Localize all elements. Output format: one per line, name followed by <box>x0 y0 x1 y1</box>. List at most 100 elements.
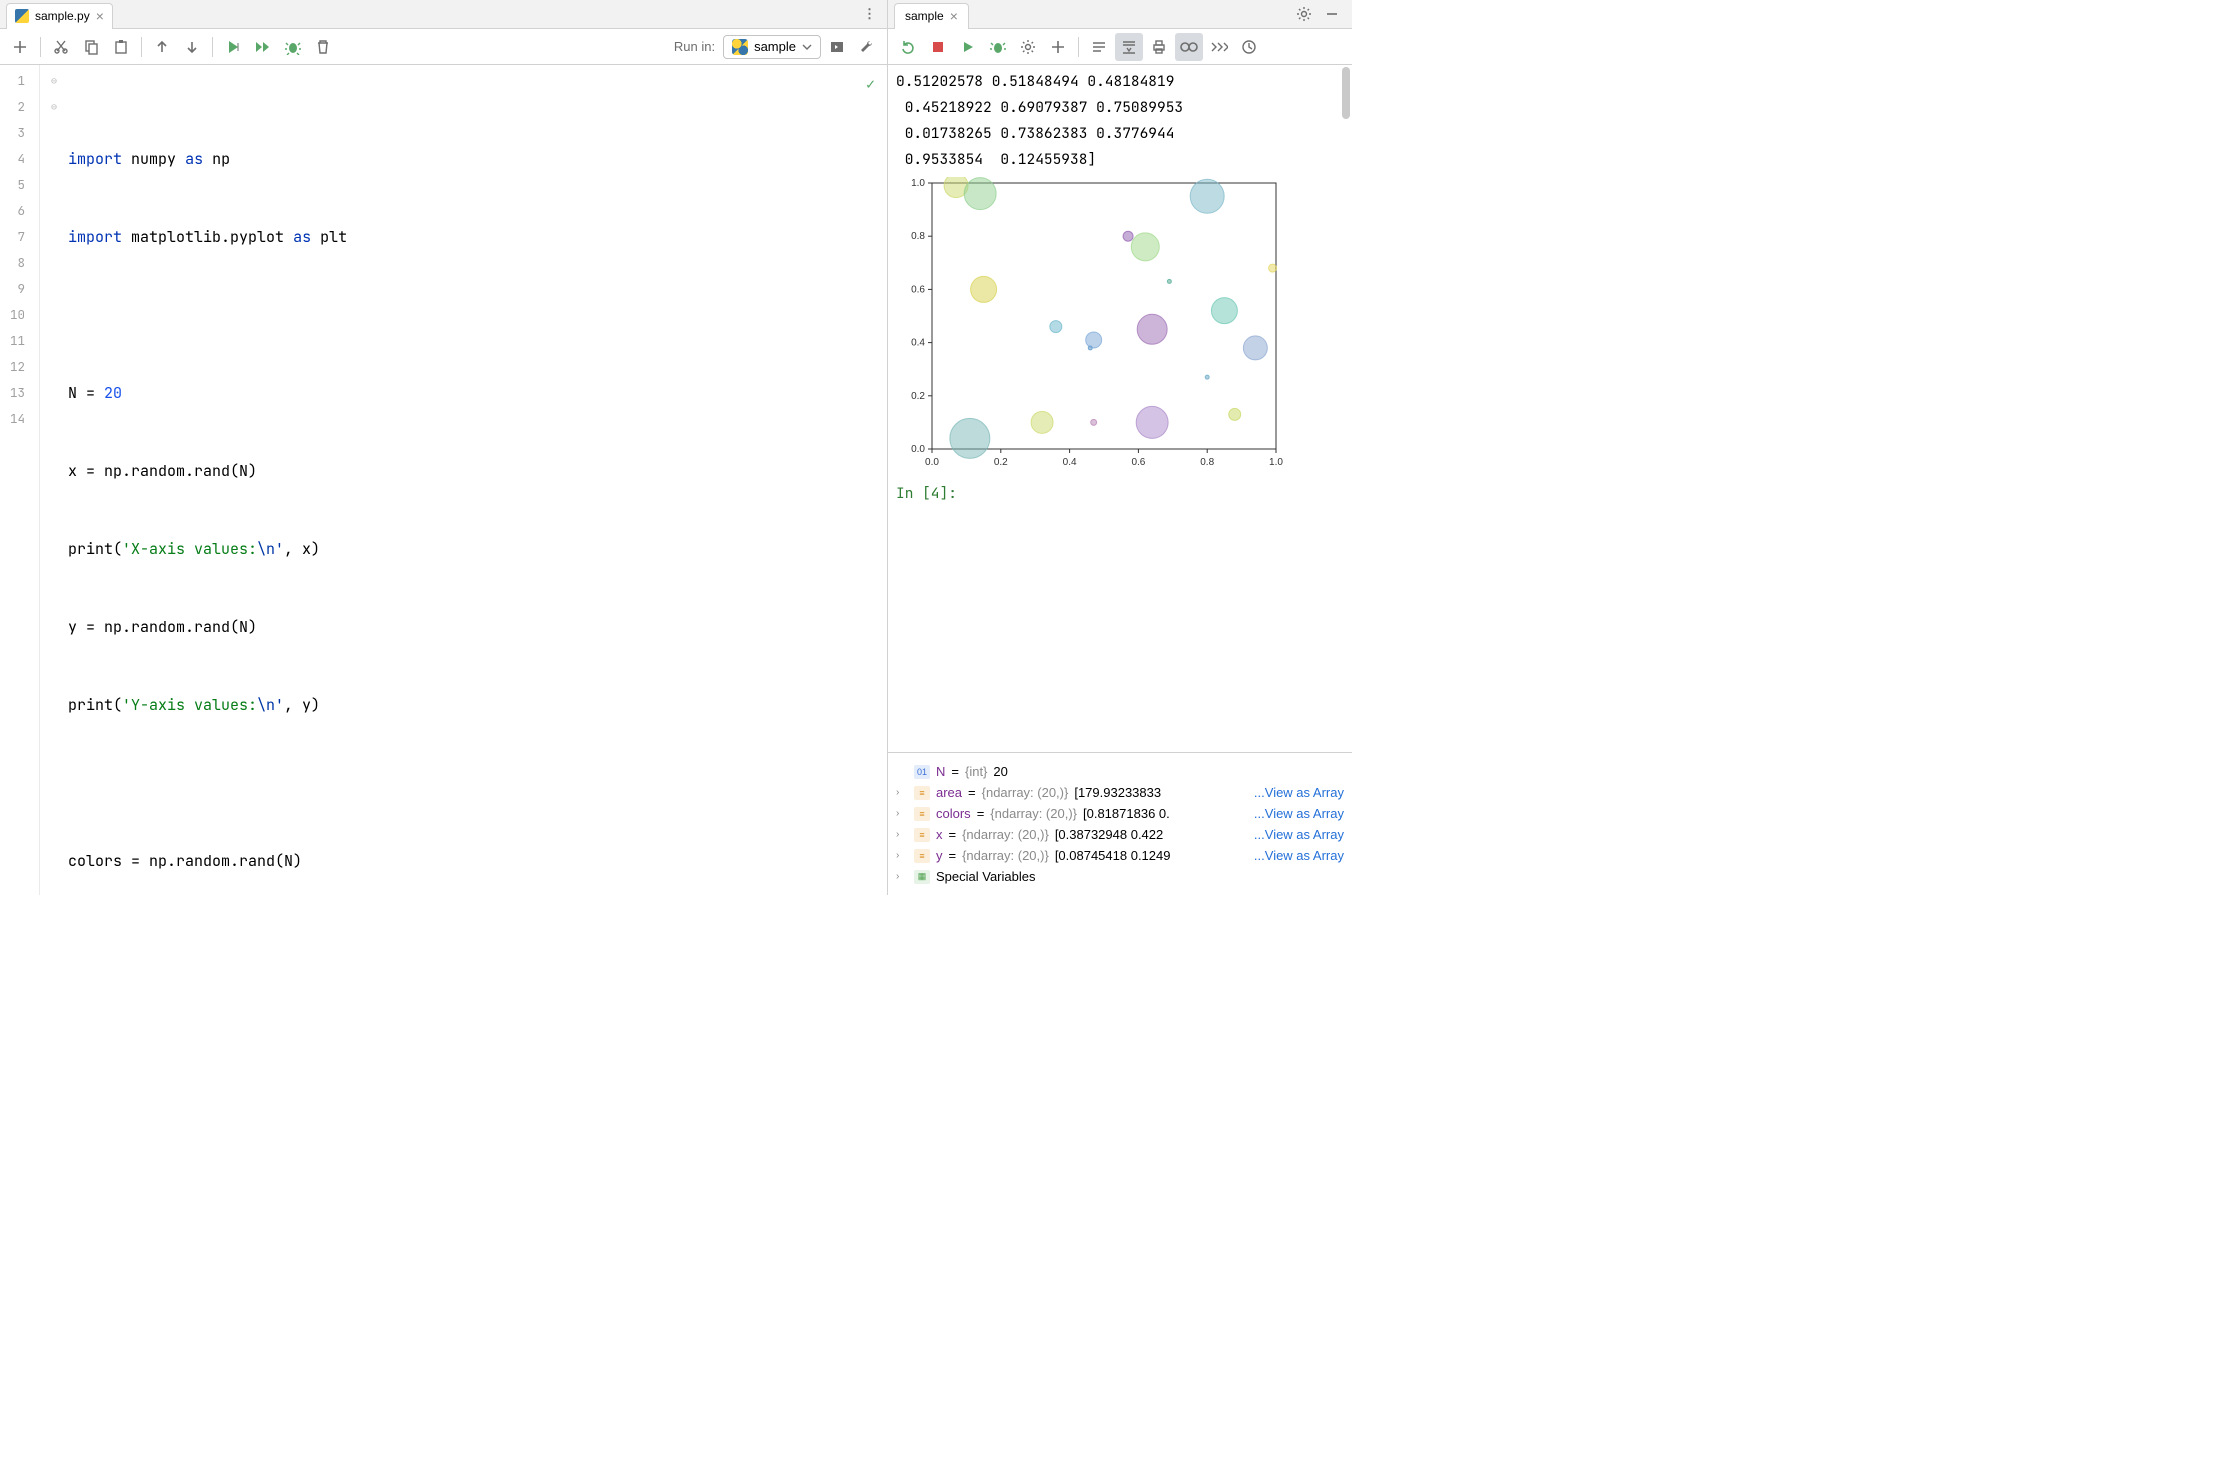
python-icon <box>732 39 748 55</box>
var-row-y[interactable]: › ≡ y = {ndarray: (20,)} [0.08745418 0.1… <box>894 845 1346 866</box>
var-row-x[interactable]: › ≡ x = {ndarray: (20,)} [0.38732948 0.4… <box>894 824 1346 845</box>
svg-text:0.0: 0.0 <box>911 444 925 455</box>
id: plt <box>320 227 347 247</box>
view-array-link[interactable]: ...View as Array <box>1254 827 1344 842</box>
rerun-button[interactable] <box>894 33 922 61</box>
chevron-right-icon[interactable]: › <box>896 850 908 861</box>
svg-text:0.6: 0.6 <box>911 284 925 295</box>
paste-button[interactable] <box>107 33 135 61</box>
svg-text:0.2: 0.2 <box>994 457 1008 468</box>
var-type: {ndarray: (20,)} <box>962 827 1049 842</box>
var-row-area[interactable]: › ≡ area = {ndarray: (20,)} [179.9323383… <box>894 782 1346 803</box>
view-array-link[interactable]: ...View as Array <box>1254 848 1344 863</box>
id: numpy <box>131 149 176 169</box>
run-cell-button[interactable] <box>219 33 247 61</box>
execute-button[interactable] <box>823 33 851 61</box>
var-type: {ndarray: (20,)} <box>990 806 1077 821</box>
var-name: Special Variables <box>936 869 1035 884</box>
console-tab[interactable]: sample × <box>894 3 969 29</box>
minimize-button[interactable] <box>1318 0 1346 28</box>
svg-text:0.6: 0.6 <box>1131 457 1145 468</box>
debug-cell-button[interactable] <box>279 33 307 61</box>
special-icon: ▦ <box>914 870 930 884</box>
id: np <box>212 149 230 169</box>
view-array-link[interactable]: ...View as Array <box>1254 806 1344 821</box>
run-all-button[interactable] <box>249 33 277 61</box>
svg-text:0.8: 0.8 <box>1200 457 1214 468</box>
python-file-icon <box>15 9 29 23</box>
svg-text:0.8: 0.8 <box>911 231 925 242</box>
print-button[interactable] <box>1145 33 1173 61</box>
str: 'Y-axis values: <box>122 695 257 715</box>
scrollbar[interactable] <box>1342 67 1350 119</box>
cut-button[interactable] <box>47 33 75 61</box>
inspection-ok-icon: ✓ <box>866 71 875 97</box>
var-row-special[interactable]: › ▦ Special Variables <box>894 866 1346 887</box>
stop-button[interactable] <box>924 33 952 61</box>
code-area[interactable]: ✓ import numpy as np import matplotlib.p… <box>68 65 887 895</box>
view-array-link[interactable]: ...View as Array <box>1254 785 1344 800</box>
svg-text:0.4: 0.4 <box>911 338 925 349</box>
editor-tab[interactable]: sample.py × <box>6 3 113 29</box>
kw: as <box>185 149 203 169</box>
scroll-end-button[interactable] <box>1115 33 1143 61</box>
console-tab-label: sample <box>905 9 944 23</box>
settings-icon[interactable] <box>1290 0 1318 28</box>
svg-text:1.0: 1.0 <box>911 178 925 189</box>
editor-toolbar: Run in: sample <box>0 29 887 65</box>
runin-select[interactable]: sample <box>723 35 821 59</box>
var-val: 20 <box>993 764 1007 779</box>
int-icon: 01 <box>914 765 930 779</box>
delete-button[interactable] <box>309 33 337 61</box>
soft-wrap-button[interactable] <box>1085 33 1113 61</box>
kw: as <box>293 227 311 247</box>
add-button[interactable] <box>1044 33 1072 61</box>
scatter-plot: 0.00.20.40.60.81.00.00.20.40.60.81.0 <box>896 177 1284 471</box>
kw: import <box>68 227 122 247</box>
console-prompt[interactable]: In [4]: <box>896 481 1344 507</box>
id: matplotlib.pyplot <box>131 227 284 247</box>
array-icon: ≡ <box>914 786 930 800</box>
chevron-right-icon[interactable]: › <box>896 829 908 840</box>
var-type: {int} <box>965 764 987 779</box>
close-icon[interactable]: × <box>96 8 104 24</box>
var-eq: = <box>951 764 959 779</box>
var-row-n[interactable]: 01 N = {int} 20 <box>894 761 1346 782</box>
debug-button[interactable] <box>984 33 1012 61</box>
variables-panel: 01 N = {int} 20 › ≡ area = {ndarray: (20… <box>888 752 1352 895</box>
history-button[interactable] <box>1235 33 1263 61</box>
chevron-right-icon[interactable]: › <box>896 871 908 882</box>
var-name: colors <box>936 806 971 821</box>
tab-overflow-button[interactable]: ⋮ <box>853 2 887 26</box>
var-row-colors[interactable]: › ≡ colors = {ndarray: (20,)} [0.8187183… <box>894 803 1346 824</box>
var-name: y <box>936 848 943 863</box>
fold-column: ⊖⊖ <box>40 65 68 895</box>
show-vars-button[interactable] <box>1175 33 1203 61</box>
move-down-button[interactable] <box>178 33 206 61</box>
svg-text:0.0: 0.0 <box>925 457 939 468</box>
chevron-right-icon[interactable]: › <box>896 787 908 798</box>
settings-button[interactable] <box>1014 33 1042 61</box>
output-line: 0.01738265 0.73862383 0.3776944 <box>896 121 1344 147</box>
console-more-button[interactable] <box>1205 33 1233 61</box>
var-eq: = <box>968 785 976 800</box>
editor-body[interactable]: 1234567891011121314 ⊖⊖ ✓ import numpy as… <box>0 65 887 895</box>
copy-button[interactable] <box>77 33 105 61</box>
code: , y) <box>284 695 320 715</box>
str: 'X-axis values: <box>122 539 257 559</box>
array-icon: ≡ <box>914 807 930 821</box>
run-button[interactable] <box>954 33 982 61</box>
add-cell-button[interactable] <box>6 33 34 61</box>
chevron-right-icon[interactable]: › <box>896 808 908 819</box>
var-val: [0.81871836 0. <box>1083 806 1170 821</box>
console-output[interactable]: 0.51202578 0.51848494 0.48184819 0.45218… <box>888 65 1352 752</box>
wrench-button[interactable] <box>853 33 881 61</box>
var-val: [179.93233833 <box>1074 785 1161 800</box>
num: 20 <box>104 383 122 403</box>
kw: import <box>68 149 122 169</box>
close-icon[interactable]: × <box>950 8 958 24</box>
code: print( <box>68 539 122 559</box>
move-up-button[interactable] <box>148 33 176 61</box>
var-val: [0.38732948 0.422 <box>1055 827 1163 842</box>
var-type: {ndarray: (20,)} <box>962 848 1049 863</box>
